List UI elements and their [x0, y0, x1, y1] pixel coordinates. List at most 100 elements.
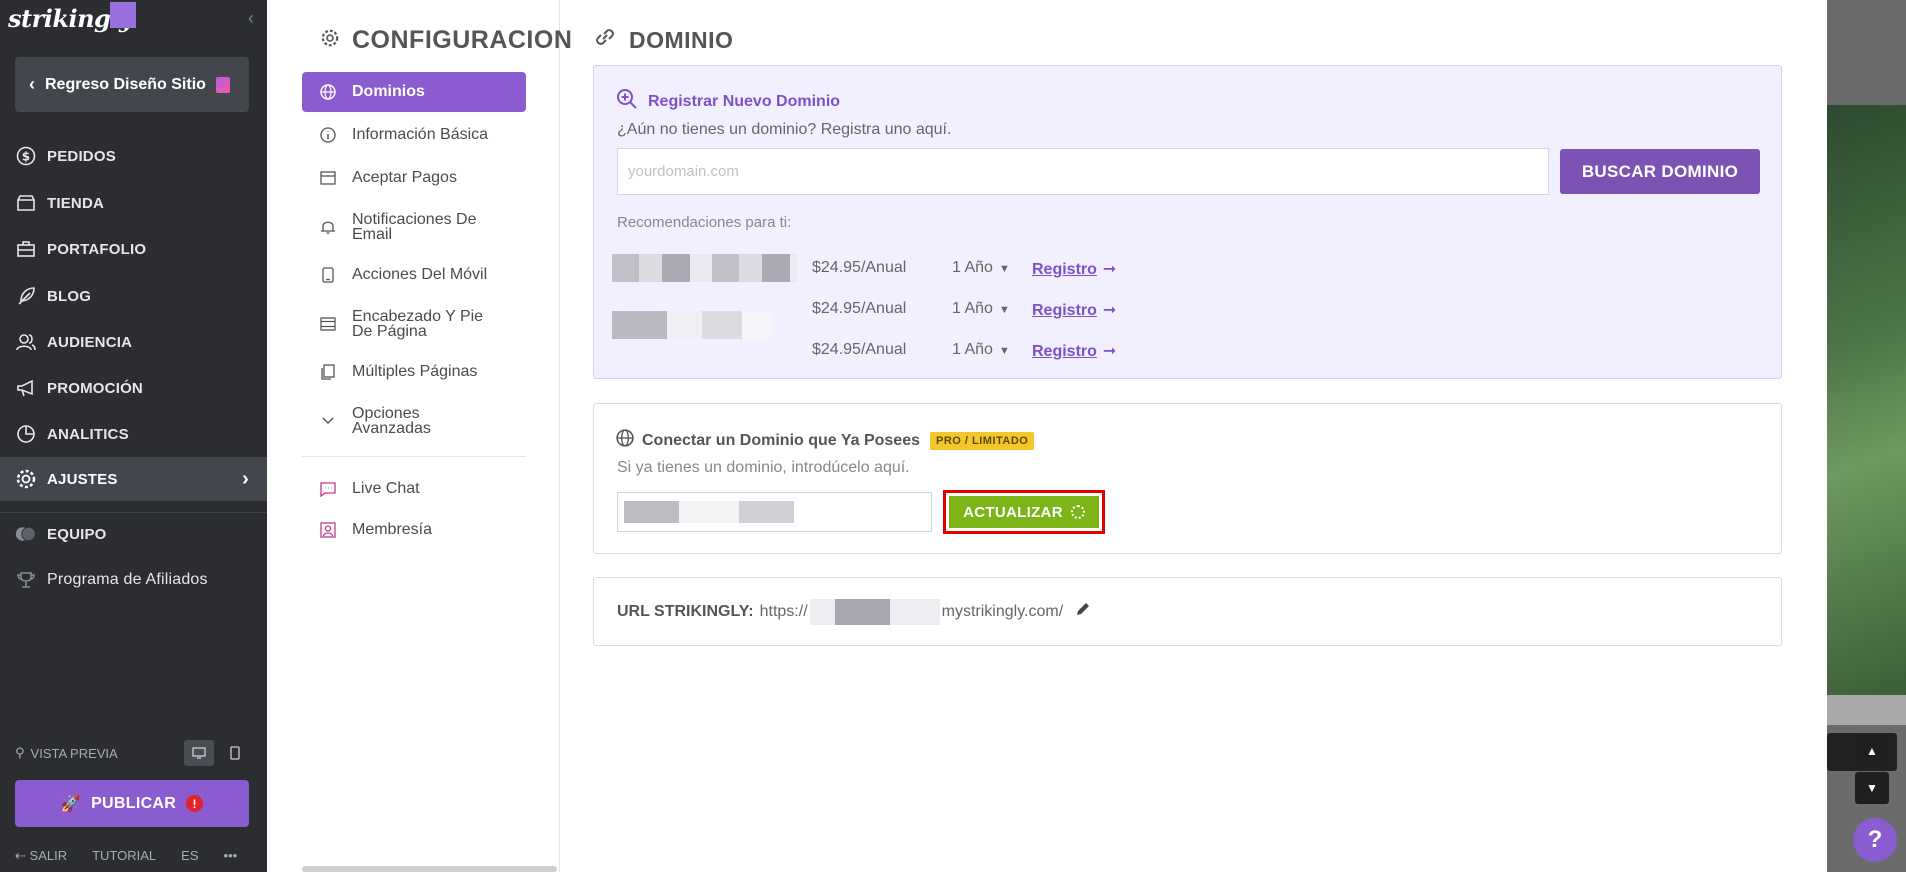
- custom-domain-input[interactable]: [617, 492, 932, 532]
- subnav-divider: [302, 456, 526, 457]
- mobile-preview-button[interactable]: [220, 740, 250, 766]
- move-up-button[interactable]: ▲: [1855, 735, 1889, 767]
- subnav-basic-info-label: Información Básica: [352, 126, 489, 143]
- url-suffix: mystrikingly.com/: [941, 602, 1064, 620]
- nav-store[interactable]: TIENDA: [0, 181, 267, 225]
- arrow-right-icon: ➞: [1102, 302, 1117, 319]
- nav-audience[interactable]: AUDIENCIA: [0, 320, 267, 364]
- page-title-label: DOMINIO: [629, 26, 734, 53]
- register-link[interactable]: Registro ➞: [1032, 259, 1116, 279]
- back-to-design-button[interactable]: ‹ Regreso Diseño Sitio: [15, 57, 249, 112]
- recommendation-row: $24.95/Anual 1 Año ▼ Registro ➞: [612, 336, 1132, 368]
- more-menu-icon[interactable]: •••: [224, 848, 238, 864]
- exit-arrow-icon: ⇠: [15, 848, 26, 863]
- period-select[interactable]: 1 Año ▼: [952, 300, 1010, 318]
- update-button[interactable]: ACTUALIZAR: [949, 496, 1099, 528]
- redacted-subdomain: [809, 598, 940, 625]
- collapse-sidebar-icon[interactable]: ‹: [248, 8, 254, 29]
- subnav-basic-info[interactable]: Información Básica: [302, 124, 526, 146]
- recommendations-label: Recomendaciones para ti:: [617, 214, 792, 231]
- connect-heading-label: Conectar un Dominio que Ya Posees: [642, 431, 920, 449]
- exit-link[interactable]: ⇠ SALIR: [15, 848, 67, 864]
- subnav-payments[interactable]: Aceptar Pagos: [302, 167, 526, 189]
- pages-icon: [318, 364, 338, 380]
- nav-portfolio[interactable]: PORTAFOLIO: [0, 227, 267, 271]
- connect-subtitle: Si ya tienes un dominio, introdúcelo aqu…: [617, 459, 910, 476]
- site-preview-band: [1827, 695, 1906, 725]
- settings-title-label: CONFIGURACION: [352, 26, 573, 54]
- register-heading: Registrar Nuevo Dominio: [616, 88, 840, 115]
- connect-heading: Conectar un Dominio que Ya Posees PRO / …: [616, 429, 1035, 452]
- period-select[interactable]: 1 Año ▼: [952, 341, 1010, 359]
- recommendation-row: $24.95/Anual 1 Año ▼ Registro ➞: [612, 254, 1132, 286]
- subnav-email-notifications[interactable]: Notificaciones De Email: [302, 210, 526, 244]
- tutorial-link[interactable]: TUTORIAL: [92, 848, 156, 864]
- nav-orders[interactable]: $ PEDIDOS: [0, 134, 267, 178]
- edit-pencil-icon[interactable]: [1075, 601, 1091, 622]
- nav-team[interactable]: EQUIPO: [0, 512, 267, 556]
- link-icon: [593, 26, 617, 54]
- register-link-label: Registro: [1032, 302, 1097, 319]
- nav-analytics[interactable]: ANALITICS: [0, 412, 267, 456]
- team-icon: [15, 523, 37, 545]
- search-domain-button[interactable]: BUSCAR DOMINIO: [1560, 149, 1760, 194]
- nav-affiliates[interactable]: Programa de Afiliados: [0, 558, 267, 602]
- arrow-right-icon: ➞: [1102, 343, 1117, 360]
- phone-icon: [318, 267, 338, 283]
- publish-label: PUBLICAR: [91, 794, 177, 812]
- language-link[interactable]: ES: [181, 848, 198, 864]
- gear-icon: [15, 468, 37, 490]
- register-domain-card: Registrar Nuevo Dominio ¿Aún no tienes u…: [593, 65, 1782, 379]
- publish-button[interactable]: 🚀 PUBLICAR !: [15, 780, 249, 827]
- subnav-live-chat[interactable]: Live Chat: [302, 478, 526, 500]
- recommendation-price: $24.95/Anual: [812, 300, 907, 317]
- desktop-preview-button[interactable]: [184, 740, 214, 766]
- svg-text:$: $: [22, 150, 31, 164]
- subnav-advanced-options[interactable]: Opciones Avanzadas: [302, 404, 526, 438]
- arrow-down-icon: ▼: [1866, 781, 1878, 795]
- connect-domain-card: Conectar un Dominio que Ya Posees PRO / …: [593, 403, 1782, 554]
- subnav-multiple-pages[interactable]: Múltiples Páginas: [302, 361, 526, 383]
- nav-store-label: TIENDA: [47, 194, 105, 212]
- subnav-domains[interactable]: Dominios: [302, 72, 526, 112]
- help-button[interactable]: ?: [1853, 818, 1897, 862]
- settings-title: CONFIGURACION: [320, 26, 572, 55]
- nav-promotion[interactable]: PROMOCIÓN: [0, 366, 267, 410]
- url-prefix: https://: [759, 602, 808, 620]
- move-down-button[interactable]: ▼: [1855, 772, 1889, 804]
- globe-icon: [318, 84, 338, 100]
- recommendation-price: $24.95/Anual: [812, 341, 907, 358]
- nav-portfolio-label: PORTAFOLIO: [47, 240, 147, 258]
- nav-blog[interactable]: BLOG: [0, 274, 267, 318]
- period-select[interactable]: 1 Año ▼: [952, 259, 1010, 277]
- caret-down-icon: ▼: [998, 304, 1010, 316]
- subnav-header-footer-label: Encabezado Y Pie De Página: [352, 309, 483, 340]
- feather-icon: [15, 285, 37, 307]
- strikingly-url-card: URL STRIKINGLY: https:// mystrikingly.co…: [593, 577, 1782, 646]
- redacted-domain: [612, 311, 772, 339]
- store-icon: [15, 192, 37, 214]
- site-preview-image: [1827, 105, 1906, 695]
- register-link[interactable]: Registro ➞: [1032, 300, 1116, 320]
- domain-search-input[interactable]: [617, 148, 1549, 195]
- megaphone-icon: [15, 377, 37, 399]
- subnav-mobile-actions[interactable]: Acciones Del Móvil: [302, 264, 526, 286]
- subnav-header-footer[interactable]: Encabezado Y Pie De Página: [302, 307, 526, 341]
- register-link[interactable]: Registro ➞: [1032, 341, 1116, 361]
- subnav-advanced-options-label: Opciones Avanzadas: [352, 406, 431, 437]
- horizontal-scrollbar[interactable]: [302, 866, 557, 872]
- subnav-domains-label: Dominios: [352, 83, 425, 100]
- subnav-membership[interactable]: Membresía: [302, 519, 526, 541]
- label-line-2: De Página: [352, 323, 427, 340]
- arrow-up-icon: ▲: [1866, 744, 1878, 758]
- back-to-design-label: Regreso Diseño Sitio: [45, 75, 206, 93]
- nav-team-label: EQUIPO: [47, 525, 107, 543]
- dollar-circle-icon: $: [15, 145, 37, 167]
- nav-settings[interactable]: AJUSTES ›: [0, 457, 267, 501]
- pro-limited-badge: PRO / LIMITADO: [930, 431, 1035, 450]
- question-icon: ?: [1867, 826, 1883, 853]
- subnav-membership-label: Membresía: [352, 521, 433, 538]
- register-link-label: Registro: [1032, 343, 1097, 360]
- nav-blog-label: BLOG: [47, 287, 92, 305]
- main-sidebar: strikingly ‹ ‹ Regreso Diseño Sitio $ PE…: [0, 0, 267, 872]
